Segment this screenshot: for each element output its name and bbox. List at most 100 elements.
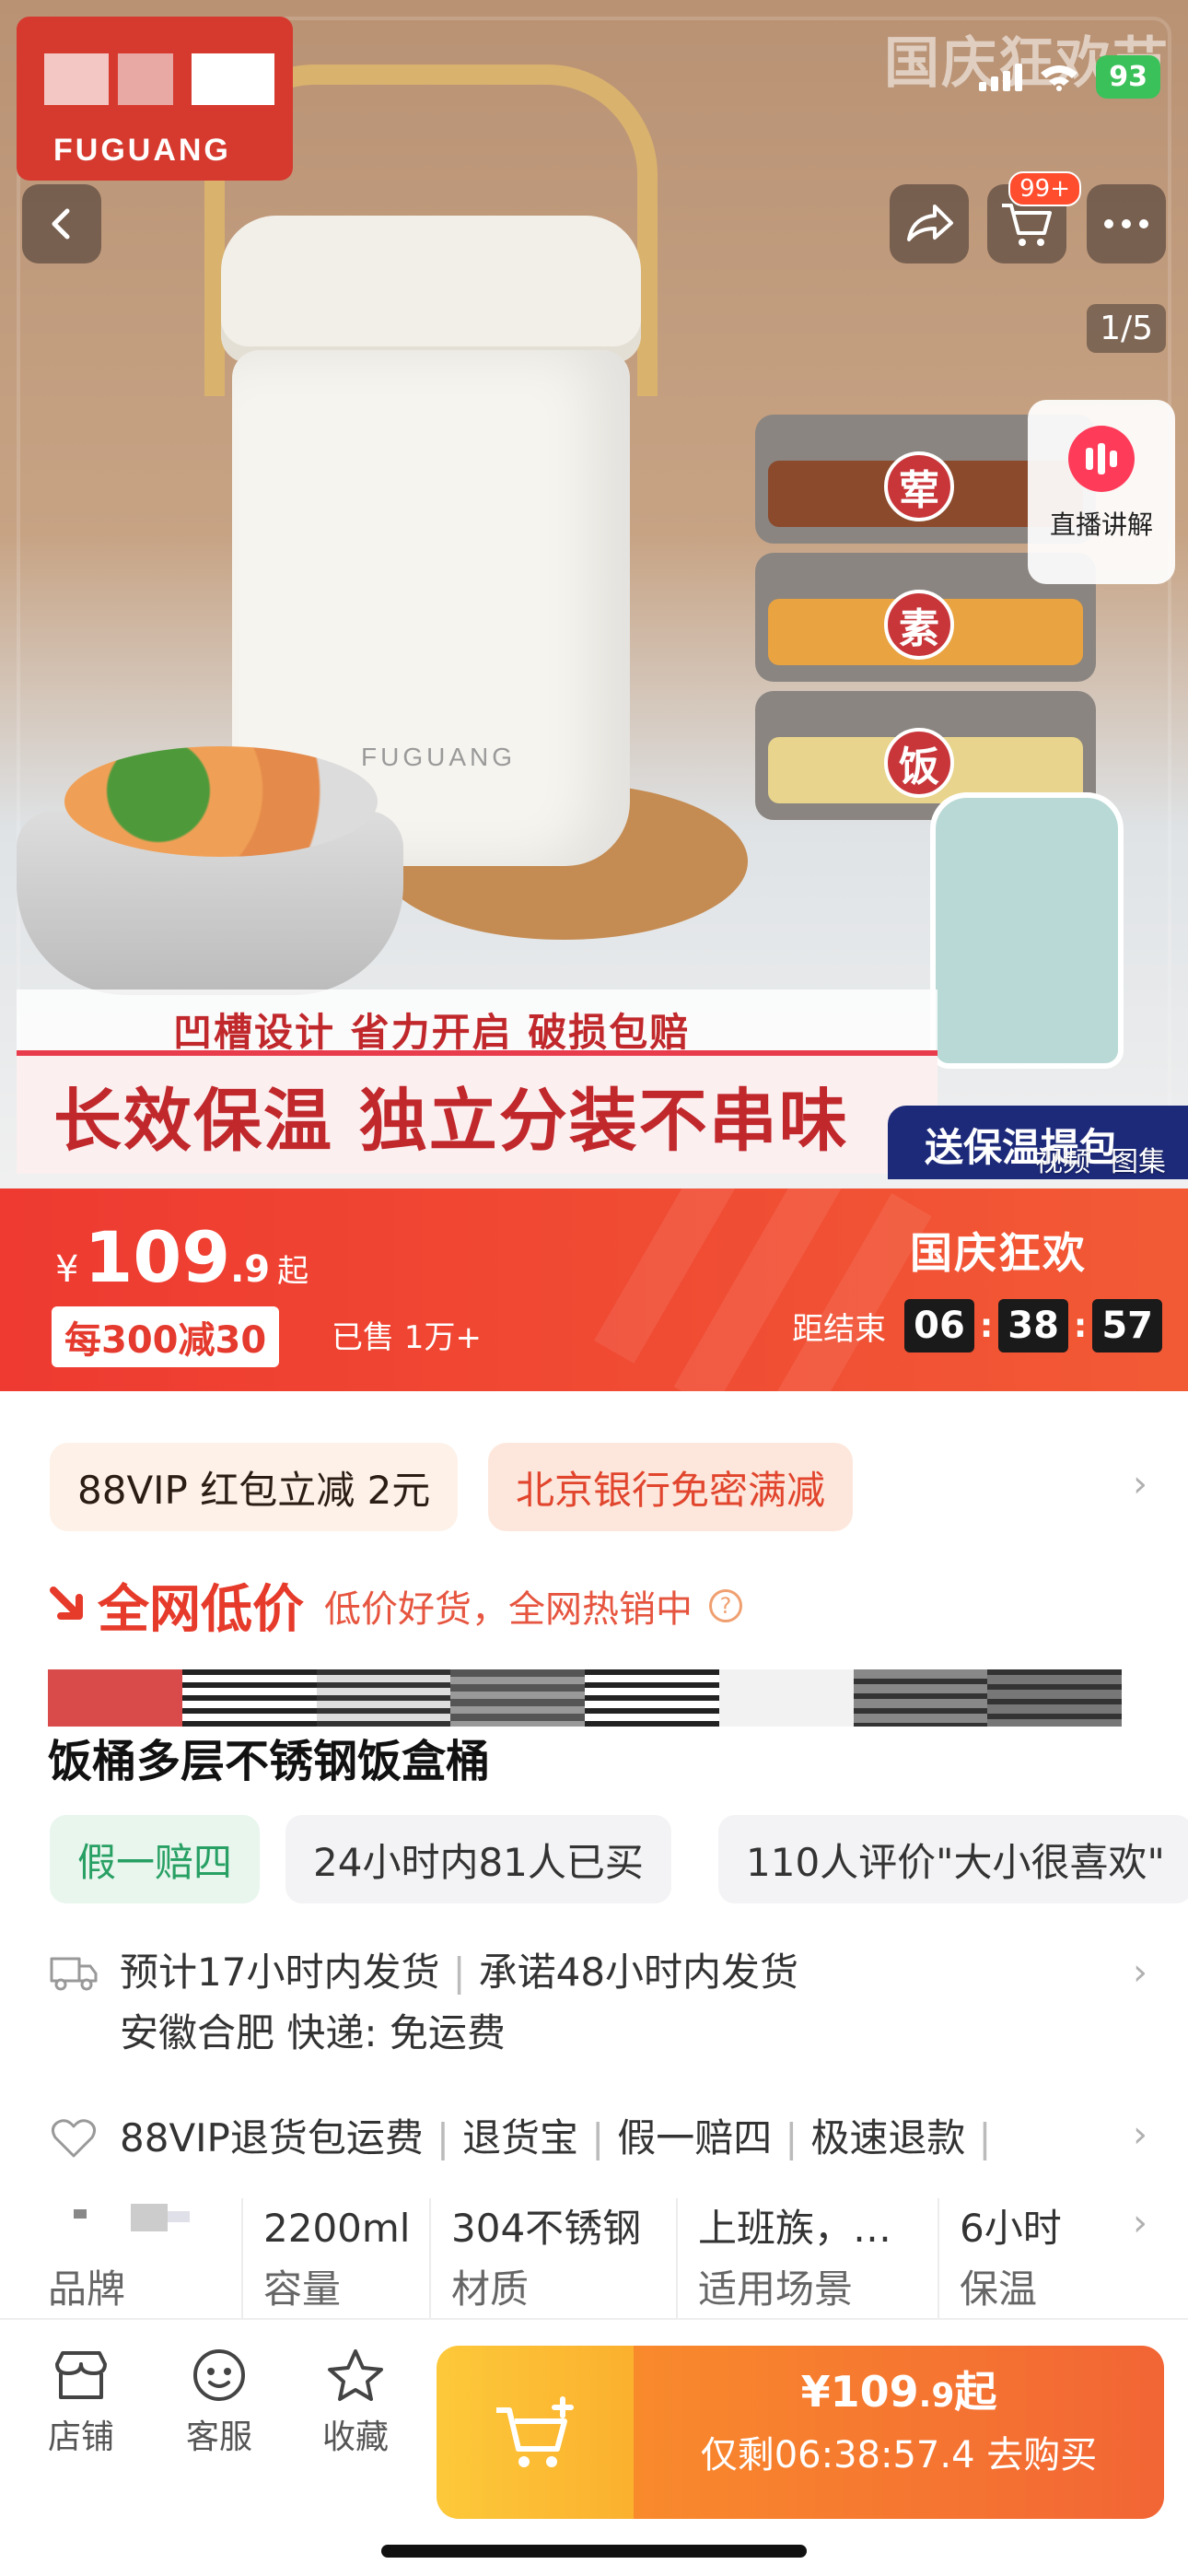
chevron-right-icon[interactable]: › [1133,2202,1147,2244]
more-button[interactable] [1087,184,1166,263]
nav-favorite[interactable]: 收藏 [300,2348,411,2458]
redacted-brand-logo [48,2198,221,2259]
bank-promo-chip[interactable]: 北京银行免密满减 [488,1443,854,1531]
price-integer: 109 [84,1216,231,1298]
tier-label: 素 [884,590,954,660]
signal-icon [979,63,1023,91]
countdown-hours: 06 [904,1299,974,1352]
redacted-title-bar [48,1669,1122,1727]
chevron-left-icon [52,208,70,240]
low-price-title: 全网低价 [98,1580,304,1640]
tab-gallery[interactable]: 图集 [1111,1139,1166,1179]
battery-indicator: 93 [1096,55,1160,99]
banner-pattern [594,1188,972,1391]
product-title: 饭桶多层不锈钢饭盒桶 [48,1736,491,1787]
jar-logo: FUGUANG [361,743,516,771]
colon: : [1073,1306,1088,1345]
buy-button[interactable]: ¥109.9起 仅剩06:38:57.4 去购买 [437,2346,1164,2519]
buy-now-button[interactable]: ¥109.9起 仅剩06:38:57.4 去购买 [634,2346,1164,2519]
back-button[interactable] [22,184,101,263]
more-dots-icon [1104,219,1148,228]
buy-price: ¥109.9起 [634,2359,1164,2419]
chevron-right-icon[interactable]: › [1133,1463,1147,1505]
nav-service[interactable]: 客服 [164,2348,274,2458]
divider: | [436,2115,450,2160]
logo-pixel [192,53,274,105]
vip-coupon-chip[interactable]: 88VIP 红包立减 2元 [50,1443,459,1531]
live-explain-button[interactable]: 直播讲解 [1028,400,1175,584]
down-arrow-icon [50,1586,83,1620]
attr-value: 2200ml [263,2206,411,2251]
buy-countdown: 仅剩06:38:57.4 去购买 [700,2434,1098,2476]
low-price-row[interactable]: 全网低价 低价好货，全网热销中 ? [48,1568,742,1643]
attr-value: 上班族，… [698,2206,892,2251]
logo-pixel [118,53,173,105]
price-banner: ¥ 109 .9 起 每300减30 已售 1万+ 国庆狂欢 距结束 06 : … [0,1188,1188,1391]
nav-label: 客服 [185,2418,252,2456]
service-item: 退货宝 [462,2115,579,2160]
attr-key: 材质 [451,2266,530,2312]
product-image-carousel[interactable]: FUGUANG 荤 素 饭 凹槽设计 省力开启 破损包赔 长效保温 独立分装不串… [0,0,1188,1188]
add-to-cart-button[interactable] [437,2346,634,2519]
chat-face-icon [193,2349,245,2401]
cart-count-badge: 99+ [1008,171,1081,206]
ship-estimate: 预计17小时内发货 [120,1950,440,1995]
chevron-right-icon[interactable]: › [1133,2113,1147,2156]
guarantee-tag[interactable]: 假一赔四 [50,1815,261,1903]
buy-currency: ¥ [800,2367,831,2417]
service-item: 假一赔四 [617,2115,773,2160]
nav-label: 店铺 [47,2418,114,2456]
bottom-action-bar: 店铺 客服 收藏 ¥109.9起 仅剩06:38:57.4 去购买 [0,2318,1188,2576]
wifi-icon [1041,64,1078,91]
media-tabs: 视频 图集 [1035,1139,1166,1179]
ship-origin: 安徽合肥 快递: 免运费 [120,2010,506,2055]
banner-headline: 长效保温 独立分装不串味 [17,1050,938,1174]
brand-name: FUGUANG [53,133,231,168]
review-tag[interactable]: 110人评价"大小很喜欢" [718,1815,1188,1903]
service-item: 88VIP退货包运费 [120,2115,424,2160]
nav-store[interactable]: 店铺 [26,2348,136,2458]
divider: | [591,2115,605,2160]
status-bar: 93 [979,55,1160,99]
jar-lid [221,216,641,363]
store-icon [55,2351,107,2399]
logo-pixel [44,53,109,105]
price: ¥ 109 .9 起 [55,1216,309,1298]
question-icon[interactable]: ? [709,1588,742,1622]
coupon-badge: 每300减30 [52,1306,280,1367]
divider: | [978,2115,992,2160]
low-price-subtitle: 低价好货，全网热销中 [324,1587,693,1631]
attr-value: 304不锈钢 [451,2206,642,2251]
countdown-seconds: 57 [1092,1299,1162,1352]
divider: | [452,1950,466,1995]
shipping-row[interactable]: 预计17小时内发货 | 承诺48小时内发货 安徽合肥 快递: 免运费 [48,1942,798,2064]
live-icon [1068,426,1135,492]
chevron-right-icon[interactable]: › [1133,1951,1147,1994]
countdown-label: 距结束 [792,1310,887,1348]
attr-key: 品牌 [48,2266,126,2312]
price-suffix: 起 [277,1253,309,1290]
share-button[interactable] [890,184,969,263]
attr-key: 容量 [263,2266,342,2312]
share-icon [907,205,953,241]
cart-icon [1002,204,1052,246]
buy-price-suffix: 起 [954,2367,997,2417]
countdown: 距结束 06 : 38 : 57 [792,1299,1162,1352]
cart-button[interactable]: 99+ [987,171,1081,263]
live-label: 直播讲解 [1049,509,1153,540]
services-row[interactable]: 88VIP退货包运费 | 退货宝 | 假一赔四 | 极速退款 | [48,2108,1005,2169]
divider: | [785,2115,798,2160]
attr-value: 6小时 [960,2206,1062,2251]
nav-label: 收藏 [321,2418,389,2456]
attr-key: 适用场景 [698,2266,854,2312]
tab-video[interactable]: 视频 [1035,1139,1090,1179]
home-indicator [381,2545,807,2558]
heart-shield-icon [51,2119,97,2158]
tier-label: 荤 [884,451,954,521]
colon: : [979,1306,994,1345]
event-title: 国庆狂欢 [910,1228,1087,1278]
price-decimal: .9 [230,1248,271,1291]
insulated-bag [930,792,1124,1069]
purchases-tag[interactable]: 24小时内81人已买 [285,1815,671,1903]
tier-label: 饭 [884,728,954,798]
